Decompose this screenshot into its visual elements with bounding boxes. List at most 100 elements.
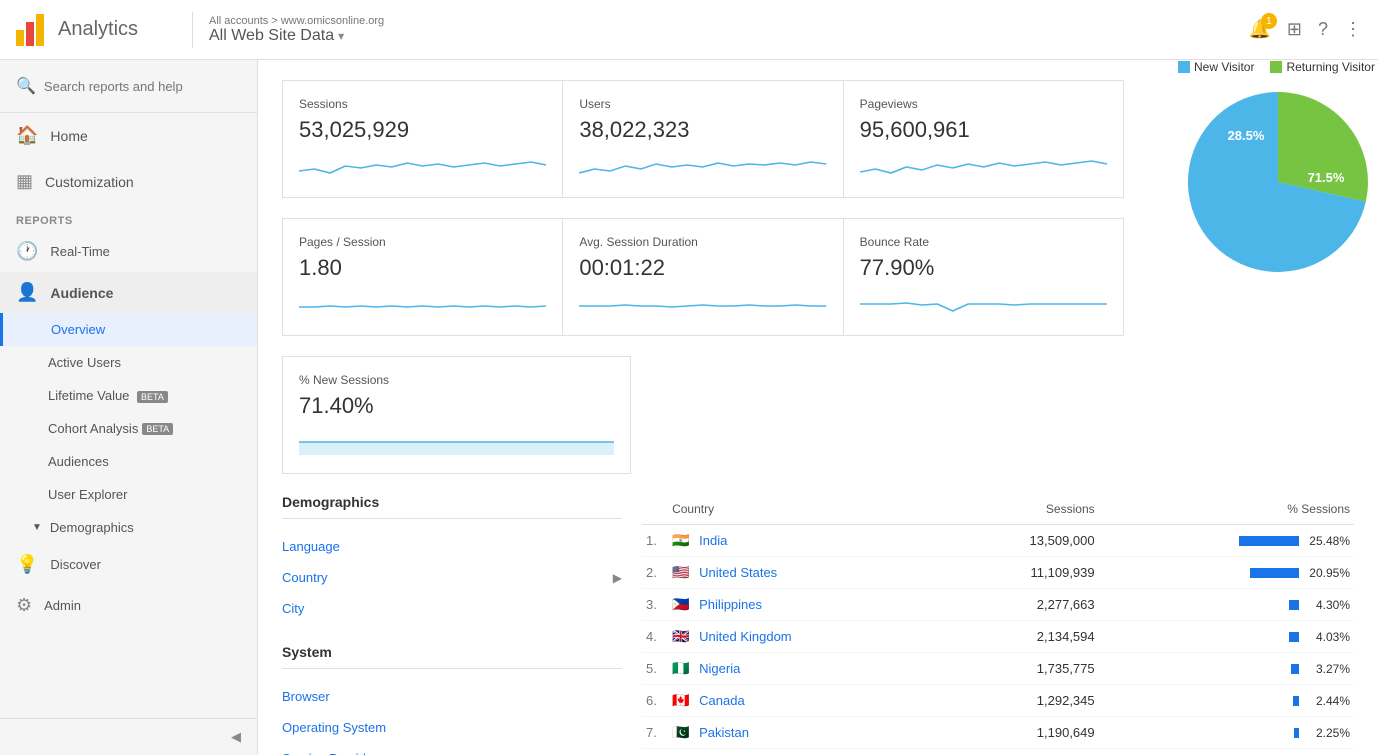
overview-label: Overview [51, 322, 105, 337]
audiences-label: Audiences [48, 454, 109, 469]
table-row: 5. 🇳🇬 Nigeria 1,735,775 3.27% [642, 653, 1354, 685]
bar-cell: 25.48% [1103, 534, 1350, 548]
topbar: Analytics All accounts > www.omicsonline… [0, 0, 1378, 60]
pct-cell: 2.25% [1099, 717, 1354, 749]
topbar-actions: 🔔 1 ⊞ ? ⋮ [1248, 19, 1362, 40]
row-num: 7. [642, 717, 668, 749]
bar-visual [1289, 600, 1299, 610]
pct-cell: 25.48% [1099, 525, 1354, 557]
metric-users: Users 38,022,323 [563, 81, 843, 197]
language-link[interactable]: Language [282, 531, 622, 562]
bottom-section: Demographics Language Country ▶ City [282, 494, 1354, 755]
pct-value: 3.27% [1305, 662, 1350, 676]
row-num: 4. [642, 621, 668, 653]
country-flag: 🇳🇬 [672, 660, 689, 676]
row-num: 2. [642, 557, 668, 589]
legend-returning-visitor: Returning Visitor [1270, 60, 1375, 74]
sidebar-item-user-explorer[interactable]: User Explorer [0, 478, 257, 511]
country-cell: 🇺🇸 United States [668, 557, 942, 589]
sidebar-item-audiences[interactable]: Audiences [0, 445, 257, 478]
country-name[interactable]: Pakistan [699, 725, 749, 740]
country-name[interactable]: Canada [699, 693, 745, 708]
pie-chart-container: New Visitor Returning Visitor [1178, 60, 1378, 282]
sessions-cell: 2,277,663 [942, 589, 1099, 621]
country-name[interactable]: United Kingdom [699, 629, 792, 644]
sessions-cell: 13,509,000 [942, 525, 1099, 557]
sidebar-item-discover[interactable]: 💡 Discover [0, 544, 257, 585]
pages-per-session-label: Pages / Session [299, 235, 546, 249]
sidebar-bottom: ◀ [0, 718, 257, 755]
row-num: 8. [642, 749, 668, 755]
country-name[interactable]: United States [699, 565, 777, 580]
sidebar-item-audience[interactable]: 👤 Audience [0, 272, 257, 313]
sidebar-collapse-button[interactable]: ◀ [0, 719, 257, 755]
pct-value: 2.25% [1305, 726, 1350, 740]
row-num: 1. [642, 525, 668, 557]
os-link[interactable]: Operating System [282, 712, 622, 743]
help-button[interactable]: ? [1318, 19, 1328, 40]
sidebar-item-demographics[interactable]: ▼ Demographics [0, 511, 257, 544]
site-name: All Web Site Data [209, 27, 334, 45]
discover-icon: 💡 [16, 554, 38, 575]
sessions-cell: 1,190,649 [942, 717, 1099, 749]
table-row: 6. 🇨🇦 Canada 1,292,345 2.44% [642, 685, 1354, 717]
bar-cell: 2.44% [1103, 694, 1350, 708]
sidebar-item-overview[interactable]: Overview [0, 313, 257, 346]
demographics-label: Demographics [50, 520, 134, 535]
country-link[interactable]: Country ▶ [282, 562, 622, 593]
sidebar-item-lifetime[interactable]: Lifetime Value BETA [0, 379, 257, 412]
pages-per-session-value: 1.80 [299, 255, 546, 281]
sidebar-item-realtime[interactable]: 🕐 Real-Time [0, 231, 257, 272]
demographics-title: Demographics [282, 494, 622, 519]
topbar-divider [192, 12, 193, 48]
country-name[interactable]: India [699, 533, 727, 548]
avg-sparkline [579, 289, 826, 319]
notifications-button[interactable]: 🔔 1 [1248, 19, 1270, 40]
country-name[interactable]: Nigeria [699, 661, 740, 676]
col-sessions: Sessions [942, 494, 1099, 525]
col-num [642, 494, 668, 525]
search-input[interactable] [44, 79, 241, 94]
sessions-cell: 1,735,775 [942, 653, 1099, 685]
bar-cell: 20.95% [1103, 566, 1350, 580]
users-label: Users [579, 97, 826, 111]
city-label: City [282, 601, 304, 616]
pct-value: 2.44% [1305, 694, 1350, 708]
sidebar-item-admin[interactable]: ⚙ Admin [0, 585, 257, 626]
service-provider-link[interactable]: Service Provider [282, 743, 622, 755]
pct-cell: 20.95% [1099, 557, 1354, 589]
col-pct-sessions: % Sessions [1099, 494, 1354, 525]
beta-badge-cohort: BETA [142, 423, 173, 435]
user-explorer-label: User Explorer [48, 487, 127, 502]
sidebar-item-cohort[interactable]: Cohort Analysis BETA [0, 412, 257, 445]
city-link[interactable]: City [282, 593, 622, 624]
os-label: Operating System [282, 720, 386, 735]
country-arrow-icon: ▶ [613, 571, 622, 585]
country-cell: 🇦🇺 Australia [668, 749, 942, 755]
sessions-cell: 2,134,594 [942, 621, 1099, 653]
country-table: Country Sessions % Sessions 1. 🇮🇳 India … [642, 494, 1354, 755]
sidebar-item-home[interactable]: 🏠 Home [0, 113, 257, 159]
table-row: 4. 🇬🇧 United Kingdom 2,134,594 4.03% [642, 621, 1354, 653]
bar-cell: 3.27% [1103, 662, 1350, 676]
sidebar-item-customization[interactable]: ▦ Customization [0, 159, 257, 205]
country-flag: 🇵🇭 [672, 596, 689, 612]
help-icon: ? [1318, 19, 1328, 39]
svg-text:28.5%: 28.5% [1228, 128, 1265, 143]
pct-value: 20.95% [1305, 566, 1350, 580]
right-panel: Country Sessions % Sessions 1. 🇮🇳 India … [642, 494, 1354, 755]
country-name[interactable]: Philippines [699, 597, 762, 612]
notification-badge: 1 [1261, 13, 1277, 29]
active-users-label: Active Users [48, 355, 121, 370]
apps-grid-button[interactable]: ⊞ [1287, 19, 1302, 40]
more-options-button[interactable]: ⋮ [1344, 19, 1362, 40]
sessions-value: 53,025,929 [299, 117, 546, 143]
main-layout: 🔍 🏠 Home ▦ Customization REPORTS 🕐 Real-… [0, 60, 1378, 755]
row-num: 3. [642, 589, 668, 621]
avg-session-value: 00:01:22 [579, 255, 826, 281]
row-num: 5. [642, 653, 668, 685]
site-selector[interactable]: All Web Site Data ▾ [209, 27, 384, 45]
browser-link[interactable]: Browser [282, 681, 622, 712]
sidebar-item-active-users[interactable]: Active Users [0, 346, 257, 379]
table-row: 2. 🇺🇸 United States 11,109,939 20.95% [642, 557, 1354, 589]
